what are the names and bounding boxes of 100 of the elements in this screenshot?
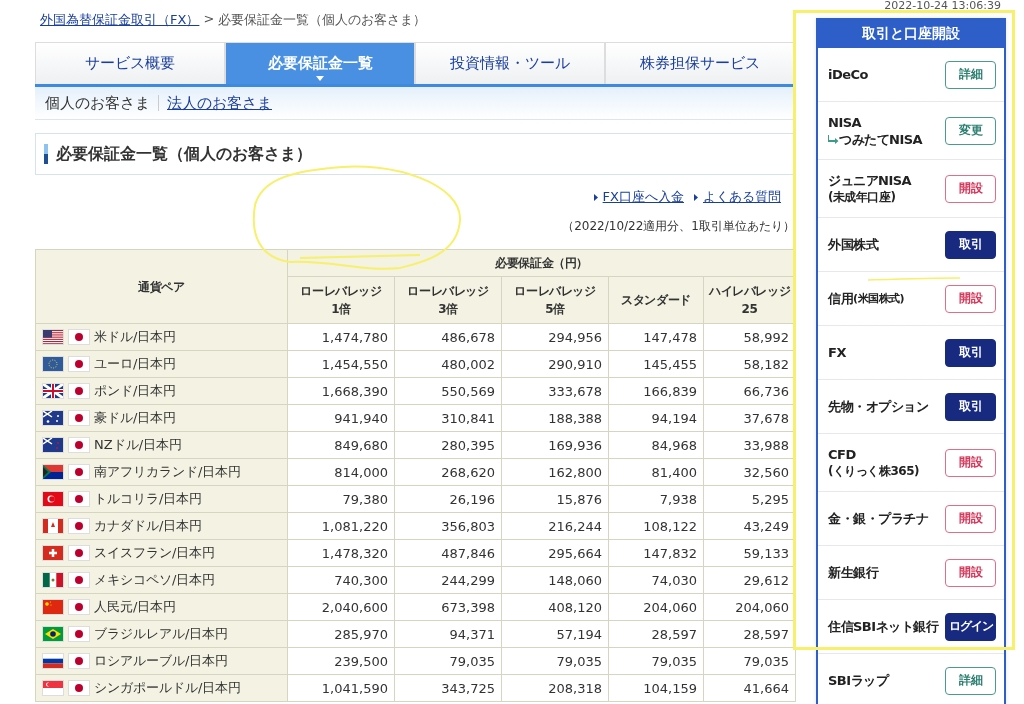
table-cell: 408,120 [501, 593, 609, 621]
table-cell: 108,122 [608, 512, 704, 540]
service-label: 新生銀行 [828, 564, 878, 581]
currency-pair: シンガポールドル/日本円 [94, 679, 242, 697]
table-cell: 285,970 [287, 620, 395, 648]
table-cell: 79,035 [608, 647, 704, 675]
service-label: 住信SBIネット銀行 [828, 618, 939, 635]
table-cell: 84,968 [608, 431, 704, 459]
caret-icon [316, 76, 324, 81]
action-button[interactable]: 取引 [945, 338, 996, 367]
table-cell: 79,035 [394, 647, 502, 675]
flag-icon [42, 680, 64, 696]
service-sublabel: (くりっく株365) [828, 462, 920, 480]
info-link[interactable]: よくある質問 [703, 188, 781, 206]
table-cell: 294,956 [501, 323, 609, 351]
flag-icon [42, 410, 64, 426]
table-cell: 147,478 [608, 323, 704, 351]
column-header: ローレバレッジ 1倍 [287, 276, 395, 324]
action-button[interactable]: 開設 [945, 284, 996, 313]
flag-icon [68, 410, 90, 426]
action-button[interactable]: ログイン [945, 612, 996, 641]
table-cell: 1,668,390 [287, 377, 395, 405]
table-cell: 268,620 [394, 458, 502, 486]
nav-tab[interactable]: サービス概要 [35, 42, 225, 84]
flag-icon [68, 383, 90, 399]
flag-icon [68, 599, 90, 615]
heading-marker-icon [44, 144, 48, 164]
flag-icon [68, 680, 90, 696]
customer-type-link[interactable]: 個人のお客さま [45, 93, 150, 113]
nav-tab[interactable]: 投資情報・ツール [415, 42, 605, 84]
table-cell: 290,910 [501, 350, 609, 378]
currency-pair: カナダドル/日本円 [94, 517, 203, 535]
action-button[interactable]: 取引 [945, 230, 996, 259]
table-cell: 74,030 [608, 566, 704, 594]
service-label: SBIラップ [828, 672, 889, 689]
flag-icon [68, 356, 90, 372]
table-cell: 1,081,220 [287, 512, 395, 540]
table-cell: 15,876 [501, 485, 609, 513]
table-cell: 57,194 [501, 620, 609, 648]
action-button[interactable]: 詳細 [945, 60, 996, 89]
currency-pair: スイスフラン/日本円 [94, 544, 216, 562]
info-link[interactable]: FX口座へ入金 [602, 188, 684, 206]
table-cell: 94,194 [608, 404, 704, 432]
table-cell: 7,938 [608, 485, 704, 513]
breadcrumb-link[interactable]: 外国為替保証金取引（FX） [40, 11, 200, 29]
triangle-icon [694, 193, 698, 201]
table-cell: 814,000 [287, 458, 395, 486]
flag-icon [42, 626, 64, 642]
flag-icon [42, 545, 64, 561]
table-cell: 188,388 [501, 404, 609, 432]
service-label: 外国株式 [828, 236, 878, 253]
table-cell: 216,244 [501, 512, 609, 540]
table-cell: 480,002 [394, 350, 502, 378]
flag-icon [42, 572, 64, 588]
column-header: ハイレバレッジ 25 [703, 276, 796, 324]
flag-icon [68, 464, 90, 480]
service-sublabel: つみたてNISA [839, 130, 923, 148]
action-button[interactable]: 開設 [945, 558, 996, 587]
action-button[interactable]: 開設 [945, 504, 996, 533]
currency-pair: NZドル/日本円 [94, 436, 182, 454]
table-cell: 343,725 [394, 674, 502, 702]
flag-icon [68, 329, 90, 345]
flag-icon [42, 491, 64, 507]
action-button[interactable]: 開設 [945, 174, 996, 203]
service-label: NISA [828, 113, 863, 131]
table-cell: 295,664 [501, 539, 609, 567]
currency-pair: 豪ドル/日本円 [94, 409, 177, 427]
action-button[interactable]: 開設 [945, 448, 996, 477]
table-cell: 941,940 [287, 404, 395, 432]
column-header: 必要保証金（円） [287, 249, 796, 277]
flag-icon [42, 383, 64, 399]
table-cell: 333,678 [501, 377, 609, 405]
flag-icon [68, 626, 90, 642]
currency-pair: ロシアルーブル/日本円 [94, 652, 229, 670]
currency-pair: 米ドル/日本円 [94, 328, 177, 346]
flag-icon [42, 518, 64, 534]
flag-icon [42, 464, 64, 480]
service-label: 先物・オプション [828, 398, 928, 415]
service-label: 金・銀・プラチナ [828, 510, 928, 527]
table-cell: 1,454,550 [287, 350, 395, 378]
flag-icon [68, 437, 90, 453]
nav-tab[interactable]: 株券担保サービス [605, 42, 795, 84]
column-header: スタンダード [608, 276, 704, 324]
currency-pair: トルコリラ/日本円 [94, 490, 203, 508]
flag-icon [68, 491, 90, 507]
table-cell: 280,395 [394, 431, 502, 459]
table-cell: 169,936 [501, 431, 609, 459]
service-label: CFD [828, 445, 857, 463]
table-cell: 673,398 [394, 593, 502, 621]
action-button[interactable]: 変更 [945, 116, 996, 145]
table-cell: 2,040,600 [287, 593, 395, 621]
table-cell: 79,035 [501, 647, 609, 675]
customer-type-link[interactable]: 法人のお客さま [167, 93, 272, 113]
service-label: FX [828, 344, 846, 361]
action-button[interactable]: 取引 [945, 392, 996, 421]
triangle-icon [593, 193, 598, 201]
currency-pair: ポンド/日本円 [94, 382, 177, 400]
table-cell: 204,060 [608, 593, 704, 621]
action-button[interactable]: 詳細 [945, 666, 996, 695]
table-cell: 208,318 [501, 674, 609, 702]
